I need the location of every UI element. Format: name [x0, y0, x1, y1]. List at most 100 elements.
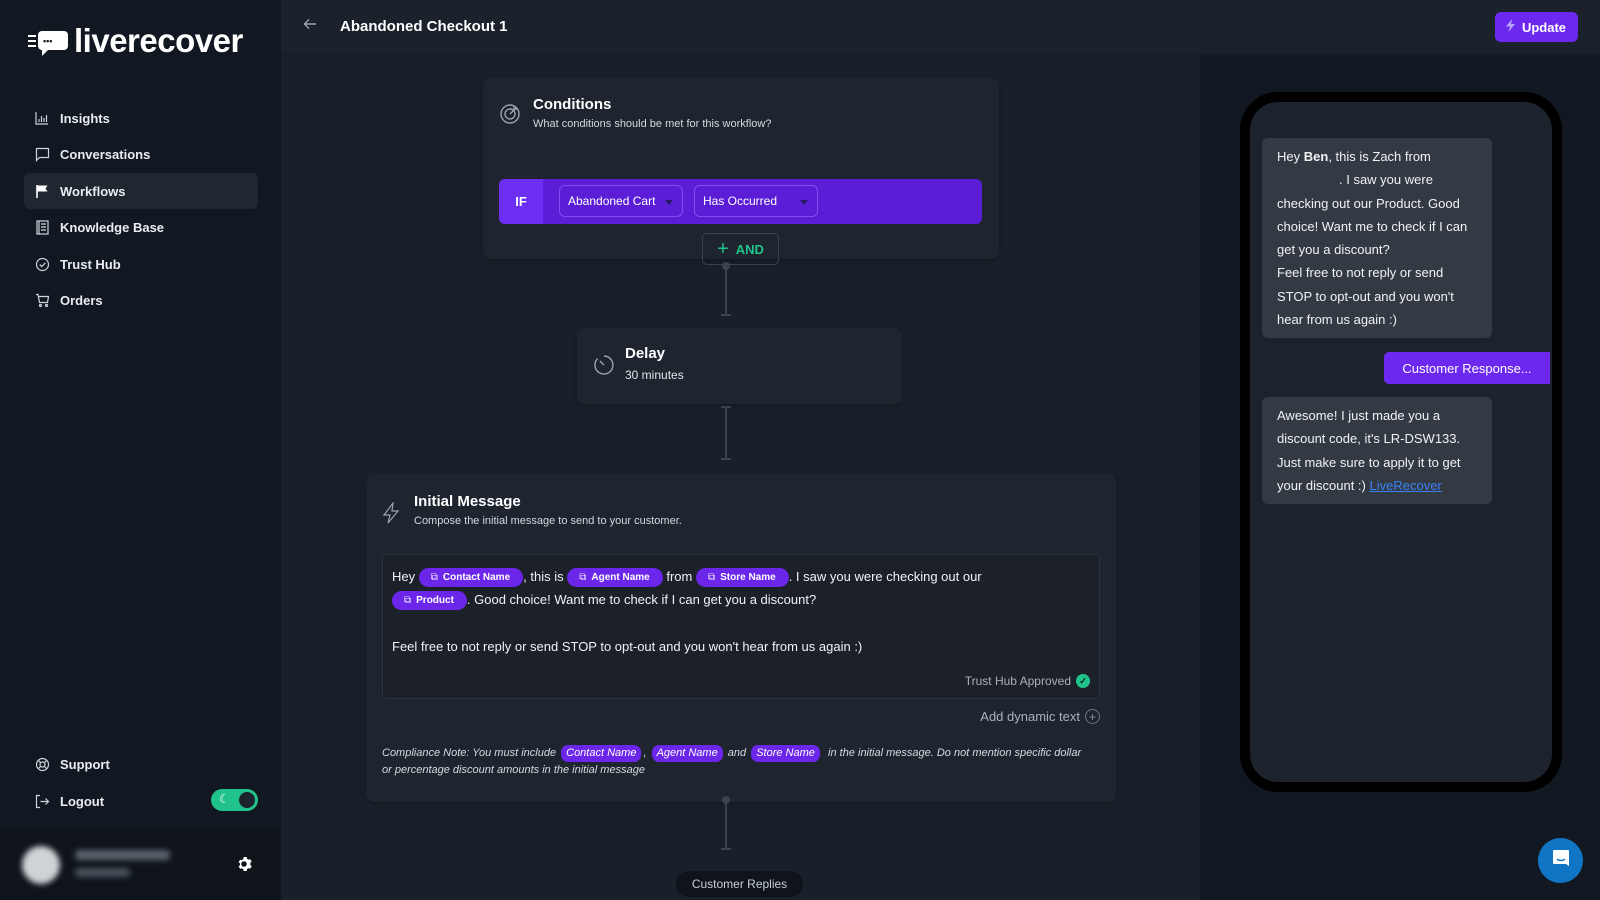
flag-icon: [34, 183, 50, 199]
event-dropdown[interactable]: Abandoned Cart: [559, 185, 683, 217]
sidebar: ••• liverecover Insights Conversations W…: [0, 0, 281, 900]
sidebar-item-label: Logout: [60, 793, 105, 809]
check-badge-icon: [34, 256, 50, 272]
page-header: Abandoned Checkout 1 Update: [281, 0, 1600, 54]
condition-row: IF Abandoned Cart Has Occurred: [499, 179, 982, 224]
page-title: Abandoned Checkout 1: [340, 18, 508, 35]
operator-dropdown[interactable]: Has Occurred: [694, 185, 818, 217]
book-icon: [34, 220, 50, 236]
product-chip[interactable]: ⧉ Product: [392, 591, 467, 611]
agent-message-bubble: Hey Ben, this is Zach from . I saw you w…: [1262, 138, 1492, 339]
external-link-icon: ⧉: [579, 572, 587, 584]
bubble-text: , this is Zach from: [1328, 149, 1431, 164]
sidebar-item-insights[interactable]: Insights: [24, 100, 258, 136]
chip-label: Agent Name: [591, 572, 650, 584]
logo[interactable]: ••• liverecover: [28, 22, 243, 60]
timer-icon: [592, 353, 616, 377]
sidebar-item-label: Support: [60, 756, 110, 772]
connector: [721, 262, 731, 317]
compliance-text: ,: [643, 747, 647, 759]
contact-name: Ben: [1303, 149, 1329, 164]
message-text: from: [666, 569, 693, 584]
sidebar-item-logout[interactable]: Logout ☾: [24, 783, 258, 819]
sidebar-item-conversations[interactable]: Conversations: [24, 137, 258, 173]
bubble-text: Hey: [1277, 149, 1301, 164]
theme-toggle[interactable]: ☾: [211, 789, 258, 811]
help-chat-button[interactable]: [1538, 838, 1583, 883]
and-label: AND: [735, 241, 764, 257]
workflow-canvas: Conditions What conditions should be met…: [281, 55, 1200, 900]
compliance-tag: Contact Name: [561, 745, 642, 762]
moon-icon: ☾: [219, 792, 230, 806]
delay-card[interactable]: Delay 30 minutes: [577, 328, 902, 404]
add-dynamic-text-button[interactable]: Add dynamic text +: [980, 709, 1100, 724]
add-dynamic-label: Add dynamic text: [980, 709, 1080, 724]
compliance-tag: Agent Name: [651, 745, 723, 762]
external-link-icon: ⧉: [430, 572, 438, 584]
user-subtitle-redacted: [75, 868, 130, 877]
chip-label: Contact Name: [442, 572, 511, 584]
external-link-icon: ⧉: [404, 595, 412, 607]
initial-message-subtitle: Compose the initial message to send to y…: [414, 515, 682, 527]
sidebar-item-label: Trust Hub: [60, 256, 121, 272]
sidebar-item-knowledge-base[interactable]: Knowledge Base: [24, 210, 258, 246]
sidebar-item-label: Conversations: [60, 147, 151, 163]
back-arrow-icon[interactable]: [303, 17, 321, 35]
gear-icon[interactable]: [236, 856, 254, 874]
initial-message-title: Initial Message: [414, 493, 521, 510]
caret-down-icon: [800, 200, 808, 205]
bubble-text: Feel free to not reply or send STOP to o…: [1277, 265, 1454, 328]
toggle-knob: [239, 792, 255, 808]
sidebar-item-label: Insights: [60, 110, 110, 126]
update-label: Update: [1521, 19, 1566, 35]
trust-status-label: Trust Hub Approved: [964, 674, 1071, 688]
brand-name: liverecover: [74, 22, 243, 59]
target-icon: [499, 103, 521, 125]
sidebar-item-label: Orders: [60, 293, 103, 309]
chip-label: Store Name: [720, 572, 776, 584]
avatar: [22, 846, 60, 884]
agent-name-chip[interactable]: ⧉ Agent Name: [567, 568, 663, 588]
user-profile[interactable]: [0, 830, 281, 900]
if-label: IF: [499, 179, 543, 224]
store-name-chip[interactable]: ⧉ Store Name: [695, 568, 789, 588]
sidebar-bottom-nav: Support Logout ☾: [24, 746, 258, 820]
compliance-text: Compliance Note: You must include: [382, 747, 557, 759]
message-editor[interactable]: Hey ⧉ Contact Name , this is ⧉ Agent Name f…: [382, 554, 1100, 699]
contact-name-chip[interactable]: ⧉ Contact Name: [418, 568, 524, 588]
check-circle-icon: ✓: [1076, 674, 1090, 688]
message-text: Feel free to not reply or send STOP to o…: [392, 639, 863, 654]
liverecover-link[interactable]: LiveRecover: [1370, 478, 1442, 493]
connector: [721, 796, 731, 852]
customer-response-bubble[interactable]: Customer Response...: [1384, 352, 1550, 384]
logout-icon: [34, 793, 50, 809]
sidebar-item-label: Workflows: [60, 183, 126, 199]
external-link-icon: ⧉: [707, 572, 716, 584]
sidebar-item-orders[interactable]: Orders: [24, 283, 258, 319]
customer-replies-node[interactable]: Customer Replies: [676, 871, 803, 897]
compliance-note: Compliance Note: You must include Contac…: [382, 745, 1082, 779]
delay-title: Delay: [625, 345, 666, 362]
phone-preview-panel: Hey Ben, this is Zach from . I saw you w…: [1200, 55, 1600, 900]
sidebar-item-workflows[interactable]: Workflows: [24, 173, 258, 210]
trust-hub-status: Trust Hub Approved ✓: [965, 674, 1090, 688]
update-button[interactable]: Update: [1494, 12, 1578, 42]
bubble-text: . I saw you were checking out our Produc…: [1277, 172, 1468, 258]
plus-icon: +: [717, 238, 729, 260]
chat-bubble-icon: [34, 147, 50, 163]
sidebar-item-label: Knowledge Base: [60, 220, 165, 236]
caret-down-icon: [665, 200, 673, 205]
event-value: Abandoned Cart: [568, 194, 656, 208]
lightning-icon: [381, 500, 403, 524]
chip-label: Product: [416, 595, 454, 607]
operator-value: Has Occurred: [703, 194, 778, 208]
logo-chat-icon: •••: [28, 27, 68, 56]
conditions-card: Conditions What conditions should be met…: [483, 78, 999, 265]
add-and-condition-button[interactable]: + AND: [702, 233, 779, 265]
message-text: . I saw you were checking out our: [788, 569, 982, 584]
lifebuoy-icon: [34, 756, 50, 772]
bar-chart-icon: [34, 110, 50, 126]
sidebar-item-support[interactable]: Support: [24, 746, 258, 782]
compliance-text: and: [727, 747, 747, 759]
sidebar-item-trust-hub[interactable]: Trust Hub: [24, 246, 258, 282]
